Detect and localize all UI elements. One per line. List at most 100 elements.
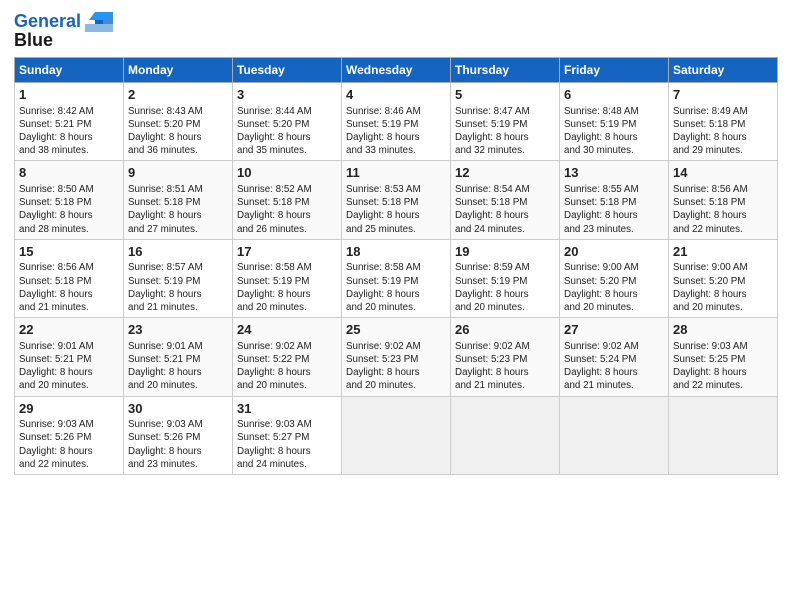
calendar-cell: 28Sunrise: 9:03 AM Sunset: 5:25 PM Dayli… <box>669 318 778 396</box>
calendar-cell: 7Sunrise: 8:49 AM Sunset: 5:18 PM Daylig… <box>669 83 778 161</box>
logo-icon <box>85 10 113 32</box>
day-info: Sunrise: 8:46 AM Sunset: 5:19 PM Dayligh… <box>346 105 446 158</box>
day-number: 28 <box>673 321 773 339</box>
day-number: 20 <box>564 243 664 261</box>
day-info: Sunrise: 8:48 AM Sunset: 5:19 PM Dayligh… <box>564 105 664 158</box>
day-number: 18 <box>346 243 446 261</box>
calendar-cell <box>669 396 778 474</box>
calendar-cell <box>451 396 560 474</box>
weekday-header-row: SundayMondayTuesdayWednesdayThursdayFrid… <box>15 58 778 83</box>
calendar-cell: 6Sunrise: 8:48 AM Sunset: 5:19 PM Daylig… <box>560 83 669 161</box>
logo-general: General <box>14 11 81 31</box>
week-row-2: 8Sunrise: 8:50 AM Sunset: 5:18 PM Daylig… <box>15 161 778 239</box>
calendar-cell <box>342 396 451 474</box>
calendar-cell: 18Sunrise: 8:58 AM Sunset: 5:19 PM Dayli… <box>342 239 451 317</box>
day-number: 5 <box>455 86 555 104</box>
calendar-cell: 8Sunrise: 8:50 AM Sunset: 5:18 PM Daylig… <box>15 161 124 239</box>
day-number: 25 <box>346 321 446 339</box>
week-row-5: 29Sunrise: 9:03 AM Sunset: 5:26 PM Dayli… <box>15 396 778 474</box>
calendar-cell: 20Sunrise: 9:00 AM Sunset: 5:20 PM Dayli… <box>560 239 669 317</box>
calendar-cell: 19Sunrise: 8:59 AM Sunset: 5:19 PM Dayli… <box>451 239 560 317</box>
calendar-cell: 30Sunrise: 9:03 AM Sunset: 5:26 PM Dayli… <box>124 396 233 474</box>
day-number: 29 <box>19 400 119 418</box>
calendar-cell: 31Sunrise: 9:03 AM Sunset: 5:27 PM Dayli… <box>233 396 342 474</box>
week-row-3: 15Sunrise: 8:56 AM Sunset: 5:18 PM Dayli… <box>15 239 778 317</box>
day-info: Sunrise: 8:57 AM Sunset: 5:19 PM Dayligh… <box>128 261 228 314</box>
calendar-cell: 21Sunrise: 9:00 AM Sunset: 5:20 PM Dayli… <box>669 239 778 317</box>
calendar-cell: 16Sunrise: 8:57 AM Sunset: 5:19 PM Dayli… <box>124 239 233 317</box>
day-info: Sunrise: 8:59 AM Sunset: 5:19 PM Dayligh… <box>455 261 555 314</box>
day-info: Sunrise: 9:00 AM Sunset: 5:20 PM Dayligh… <box>564 261 664 314</box>
day-info: Sunrise: 8:51 AM Sunset: 5:18 PM Dayligh… <box>128 183 228 236</box>
day-info: Sunrise: 8:58 AM Sunset: 5:19 PM Dayligh… <box>346 261 446 314</box>
day-info: Sunrise: 9:03 AM Sunset: 5:26 PM Dayligh… <box>19 418 119 471</box>
day-info: Sunrise: 9:02 AM Sunset: 5:23 PM Dayligh… <box>455 340 555 393</box>
weekday-header-monday: Monday <box>124 58 233 83</box>
day-number: 10 <box>237 164 337 182</box>
calendar-cell: 15Sunrise: 8:56 AM Sunset: 5:18 PM Dayli… <box>15 239 124 317</box>
calendar-cell: 10Sunrise: 8:52 AM Sunset: 5:18 PM Dayli… <box>233 161 342 239</box>
day-info: Sunrise: 8:55 AM Sunset: 5:18 PM Dayligh… <box>564 183 664 236</box>
week-row-4: 22Sunrise: 9:01 AM Sunset: 5:21 PM Dayli… <box>15 318 778 396</box>
day-info: Sunrise: 9:01 AM Sunset: 5:21 PM Dayligh… <box>19 340 119 393</box>
calendar-cell: 25Sunrise: 9:02 AM Sunset: 5:23 PM Dayli… <box>342 318 451 396</box>
day-number: 12 <box>455 164 555 182</box>
weekday-header-thursday: Thursday <box>451 58 560 83</box>
day-number: 27 <box>564 321 664 339</box>
day-number: 8 <box>19 164 119 182</box>
day-number: 11 <box>346 164 446 182</box>
day-info: Sunrise: 9:01 AM Sunset: 5:21 PM Dayligh… <box>128 340 228 393</box>
day-number: 19 <box>455 243 555 261</box>
day-info: Sunrise: 8:43 AM Sunset: 5:20 PM Dayligh… <box>128 105 228 158</box>
day-info: Sunrise: 8:42 AM Sunset: 5:21 PM Dayligh… <box>19 105 119 158</box>
calendar-cell: 22Sunrise: 9:01 AM Sunset: 5:21 PM Dayli… <box>15 318 124 396</box>
weekday-header-wednesday: Wednesday <box>342 58 451 83</box>
calendar-cell: 1Sunrise: 8:42 AM Sunset: 5:21 PM Daylig… <box>15 83 124 161</box>
page-container: General Blue SundayMondayTuesdayWednesda… <box>0 0 792 485</box>
day-number: 16 <box>128 243 228 261</box>
day-number: 7 <box>673 86 773 104</box>
weekday-header-saturday: Saturday <box>669 58 778 83</box>
calendar-cell: 13Sunrise: 8:55 AM Sunset: 5:18 PM Dayli… <box>560 161 669 239</box>
day-number: 6 <box>564 86 664 104</box>
weekday-header-friday: Friday <box>560 58 669 83</box>
day-info: Sunrise: 8:58 AM Sunset: 5:19 PM Dayligh… <box>237 261 337 314</box>
calendar-cell: 11Sunrise: 8:53 AM Sunset: 5:18 PM Dayli… <box>342 161 451 239</box>
day-number: 26 <box>455 321 555 339</box>
day-number: 9 <box>128 164 228 182</box>
day-info: Sunrise: 8:56 AM Sunset: 5:18 PM Dayligh… <box>673 183 773 236</box>
day-info: Sunrise: 9:03 AM Sunset: 5:27 PM Dayligh… <box>237 418 337 471</box>
day-number: 24 <box>237 321 337 339</box>
day-info: Sunrise: 9:02 AM Sunset: 5:23 PM Dayligh… <box>346 340 446 393</box>
day-info: Sunrise: 9:03 AM Sunset: 5:26 PM Dayligh… <box>128 418 228 471</box>
calendar-cell <box>560 396 669 474</box>
calendar-cell: 26Sunrise: 9:02 AM Sunset: 5:23 PM Dayli… <box>451 318 560 396</box>
day-info: Sunrise: 8:47 AM Sunset: 5:19 PM Dayligh… <box>455 105 555 158</box>
day-number: 31 <box>237 400 337 418</box>
day-number: 21 <box>673 243 773 261</box>
day-number: 30 <box>128 400 228 418</box>
day-info: Sunrise: 9:02 AM Sunset: 5:22 PM Dayligh… <box>237 340 337 393</box>
day-number: 14 <box>673 164 773 182</box>
calendar-table: SundayMondayTuesdayWednesdayThursdayFrid… <box>14 57 778 475</box>
day-number: 2 <box>128 86 228 104</box>
day-number: 3 <box>237 86 337 104</box>
day-number: 17 <box>237 243 337 261</box>
logo: General Blue <box>14 10 113 51</box>
day-info: Sunrise: 8:53 AM Sunset: 5:18 PM Dayligh… <box>346 183 446 236</box>
day-info: Sunrise: 8:50 AM Sunset: 5:18 PM Dayligh… <box>19 183 119 236</box>
calendar-cell: 17Sunrise: 8:58 AM Sunset: 5:19 PM Dayli… <box>233 239 342 317</box>
day-info: Sunrise: 9:00 AM Sunset: 5:20 PM Dayligh… <box>673 261 773 314</box>
day-info: Sunrise: 9:03 AM Sunset: 5:25 PM Dayligh… <box>673 340 773 393</box>
day-info: Sunrise: 8:49 AM Sunset: 5:18 PM Dayligh… <box>673 105 773 158</box>
weekday-header-sunday: Sunday <box>15 58 124 83</box>
calendar-cell: 3Sunrise: 8:44 AM Sunset: 5:20 PM Daylig… <box>233 83 342 161</box>
calendar-cell: 29Sunrise: 9:03 AM Sunset: 5:26 PM Dayli… <box>15 396 124 474</box>
day-number: 1 <box>19 86 119 104</box>
day-number: 4 <box>346 86 446 104</box>
day-number: 22 <box>19 321 119 339</box>
day-number: 23 <box>128 321 228 339</box>
weekday-header-tuesday: Tuesday <box>233 58 342 83</box>
header: General Blue <box>14 10 778 51</box>
day-number: 13 <box>564 164 664 182</box>
